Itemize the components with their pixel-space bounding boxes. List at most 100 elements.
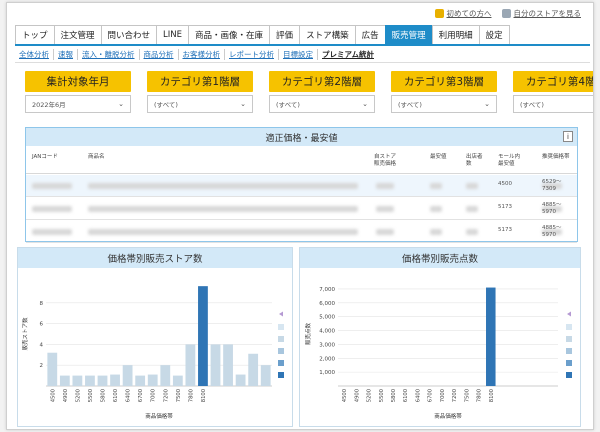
subnav-item-3[interactable]: 商品分析 <box>140 48 179 60</box>
bar-6100 <box>110 374 120 386</box>
redacted-cell <box>430 206 442 212</box>
x-tick-label: 6700 <box>138 389 144 402</box>
filter-label: 集計対象年月 <box>25 71 131 92</box>
units-chart-panel: 価格帯別販売点数 1,000 2,000 3,000 4,000 5,000 6,000 7… <box>299 247 581 427</box>
bar-8400 <box>210 344 221 386</box>
redacted-cell <box>376 183 394 189</box>
filter-select[interactable]: 2022年6月 ⌄ <box>25 95 131 113</box>
subnav-item-4[interactable]: お客様分析 <box>179 48 225 60</box>
top-links: 初めての方へ 自分のストアを見る <box>434 8 582 19</box>
subnav-item-5[interactable]: レポート分析 <box>225 48 279 60</box>
redacted-cell <box>376 229 394 235</box>
x-tick-label: 4500 <box>342 389 348 402</box>
filter-0: 集計対象年月 2022年6月 ⌄ <box>25 71 131 113</box>
y-tick-label: 2,000 <box>319 356 335 362</box>
redacted-cell <box>430 229 442 235</box>
bar-7800 <box>185 344 196 386</box>
units-chart-title: 価格帯別販売点数 <box>300 248 580 268</box>
tab-10[interactable]: 設定 <box>478 25 510 44</box>
subnav-item-0[interactable]: 全体分析 <box>15 48 54 60</box>
filter-label: カテゴリ第3階層 <box>391 71 497 92</box>
tab-8[interactable]: 販売管理 <box>384 25 433 44</box>
mall-lowest-value: 5173 <box>498 204 512 210</box>
bar-6700 <box>135 375 146 386</box>
x-tick-label: 5200 <box>367 389 373 402</box>
filter-select[interactable]: (すべて) ⌄ <box>391 95 497 113</box>
table-row[interactable]: 5173 4885〜5970 <box>26 198 577 220</box>
x-tick-label: 4900 <box>63 389 69 402</box>
bar-4900 <box>59 375 70 386</box>
app-window: 初めての方へ 自分のストアを見る トップ 注文管理 問い合わせ LINE 商品・画像・在… <box>6 2 594 430</box>
subnav-item-6[interactable]: 目標設定 <box>279 48 318 60</box>
x-tick-label: 8100 <box>201 389 207 402</box>
bar-7500 <box>172 375 183 386</box>
y-tick-label: 7,000 <box>319 287 335 293</box>
filter-value: (すべて) <box>398 101 422 109</box>
mall-lowest-value: 5173 <box>498 227 512 233</box>
x-tick-label: 7500 <box>464 389 470 402</box>
stores-chart-panel: 価格帯別販売ストア数 2 4 6 8 4500 4900 5200 5500 5800 6100 6… <box>17 247 293 427</box>
bar-7000 <box>147 374 158 386</box>
tab-7[interactable]: 広告 <box>354 25 386 44</box>
subnav-item-2[interactable]: 流入・離脱分析 <box>78 48 140 60</box>
legend-swatch <box>566 336 572 342</box>
filter-select[interactable]: (すべて)⌄ <box>269 95 375 113</box>
filter-select[interactable]: (すべて) ⌄ <box>147 95 253 113</box>
first-time-link[interactable]: 初めての方へ <box>434 8 492 19</box>
shield-icon <box>434 9 444 18</box>
chevron-down-icon: ⌄ <box>240 100 246 108</box>
legend-swatch <box>278 372 284 378</box>
x-tick-label: 6700 <box>428 389 434 402</box>
col-lowest: 最安値 <box>430 154 447 160</box>
tab-9[interactable]: 利用明細 <box>431 25 480 44</box>
x-tick-label: 5500 <box>379 389 385 402</box>
subnav-item-7[interactable]: プレミアム統計 <box>318 49 378 60</box>
x-tick-label: 7200 <box>163 389 169 402</box>
filter-2: カテゴリ第2階層 (すべて) ⌄ <box>269 71 375 113</box>
filter-label: カテゴリ第1階層 <box>147 71 253 92</box>
table-row[interactable]: 4500 6529〜7309 <box>26 175 577 197</box>
bar-6400 <box>122 365 133 386</box>
legend-swatch <box>278 336 284 342</box>
chevron-down-icon: ⌄ <box>484 100 490 108</box>
my-store-label: 自分のストアを見る <box>513 9 582 18</box>
store-icon <box>501 9 511 18</box>
tab-4[interactable]: 商品・画像・在庫 <box>188 25 271 44</box>
filter-value: 2022年6月 <box>32 101 66 109</box>
x-tick-label: 4900 <box>354 389 360 402</box>
x-tick-label: 6100 <box>403 389 409 402</box>
info-button[interactable]: i <box>563 131 573 142</box>
y-tick-label: 5,000 <box>319 315 335 321</box>
filter-value: (すべて) <box>154 101 178 109</box>
tab-2[interactable]: 問い合わせ <box>100 25 158 44</box>
x-tick-label: 6400 <box>415 389 421 402</box>
y-tick-label: 1,000 <box>319 370 335 376</box>
tab-1[interactable]: 注文管理 <box>53 25 102 44</box>
x-tick-label: 7200 <box>452 389 458 402</box>
bar-9300 <box>248 353 259 386</box>
x-tick-label: 7800 <box>188 389 194 402</box>
bar-8700 <box>223 344 233 386</box>
redacted-cell <box>32 229 72 235</box>
x-tick-label: 5800 <box>391 389 397 402</box>
tab-3[interactable]: LINE <box>156 25 190 44</box>
x-axis-label: 商品価格帯 <box>145 412 173 420</box>
y-axis-label: 販売ストア数 <box>21 317 29 351</box>
y-tick-label: 6 <box>40 322 44 328</box>
redacted-cell <box>88 206 358 212</box>
legend-arrow-icon <box>279 311 283 317</box>
x-tick-label: 5500 <box>88 389 94 402</box>
legend-swatch <box>278 348 284 354</box>
tab-6[interactable]: ストア構築 <box>299 25 356 44</box>
subnav-item-1[interactable]: 速報 <box>54 48 78 60</box>
stores-chart-title: 価格帯別販売ストア数 <box>18 248 292 268</box>
redacted-cell <box>430 183 442 189</box>
tab-5[interactable]: 評価 <box>269 25 301 44</box>
table-row[interactable]: 5173 4885〜5970 <box>26 221 577 243</box>
tab-0[interactable]: トップ <box>15 25 55 44</box>
y-tick-label: 4 <box>40 342 44 348</box>
chevron-down-icon: ⌄ <box>362 100 368 108</box>
my-store-link[interactable]: 自分のストアを見る <box>501 8 582 19</box>
filter-select[interactable]: (すべて)⌄ <box>513 95 593 113</box>
legend-swatch <box>566 372 572 378</box>
